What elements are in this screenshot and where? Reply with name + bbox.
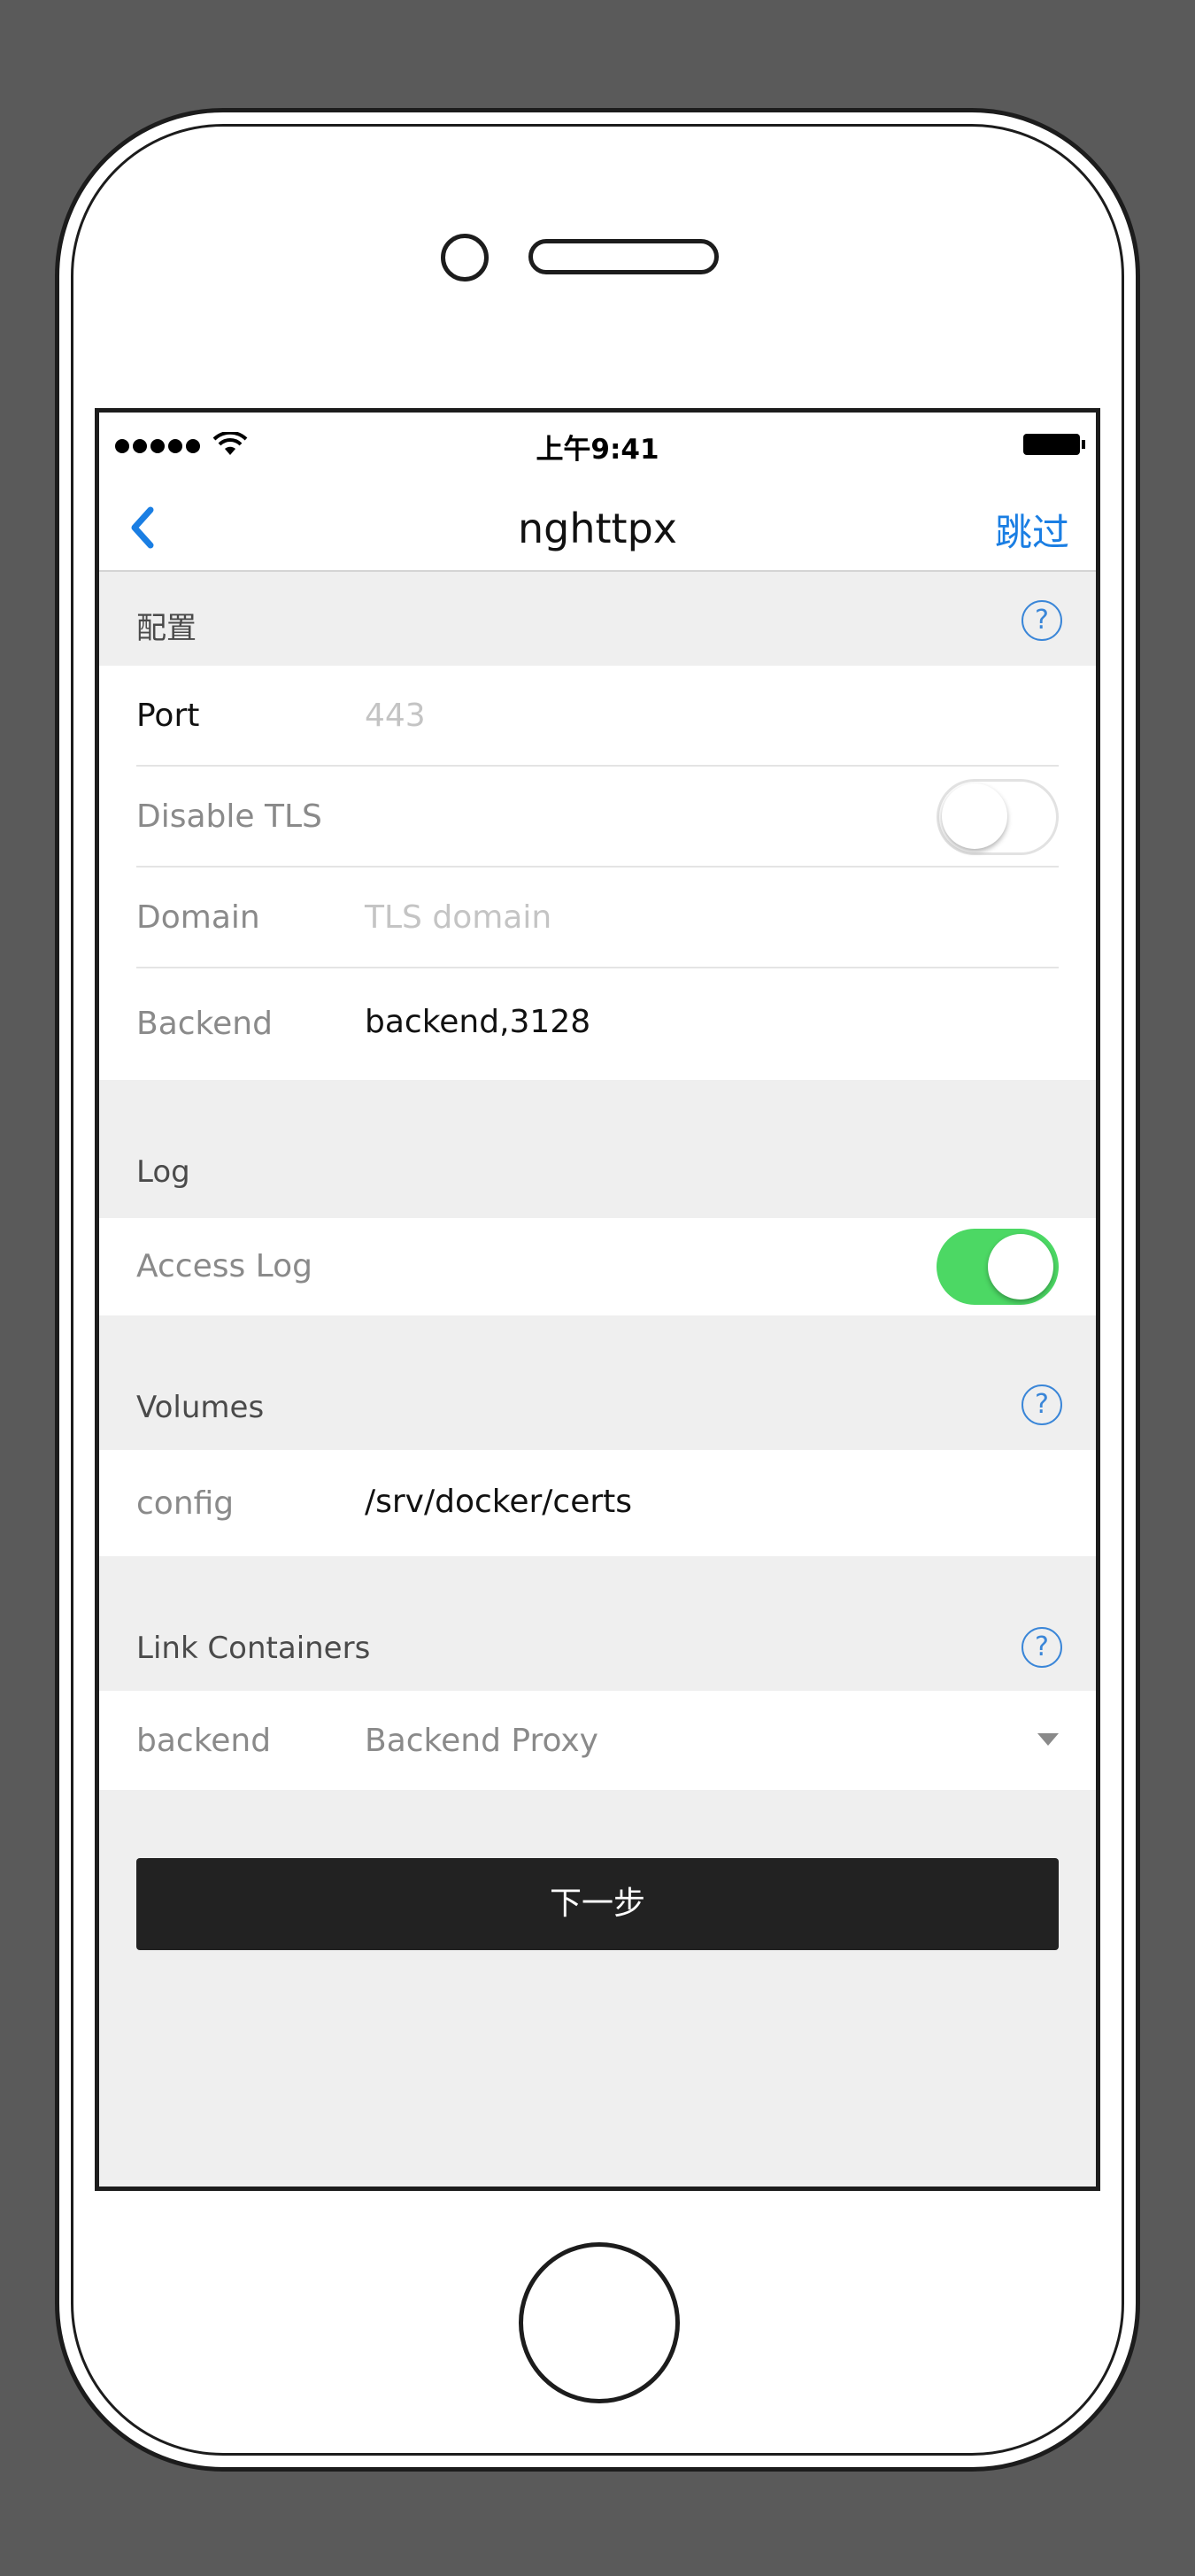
access-log-label: Access Log (136, 1248, 312, 1284)
section-title-link-containers: Link Containers (136, 1631, 371, 1666)
battery-icon (1023, 434, 1085, 455)
disable-tls-label: Disable TLS (136, 798, 322, 835)
disable-tls-row: Disable TLS (99, 767, 1096, 868)
section-title-log: Log (136, 1154, 190, 1190)
access-log-toggle[interactable] (937, 1229, 1059, 1305)
port-label: Port (136, 698, 200, 734)
link-backend-label: backend (136, 1723, 272, 1759)
phone-speaker (528, 239, 719, 274)
link-backend-row[interactable]: backend Backend Proxy (99, 1691, 1096, 1790)
log-group: Access Log (99, 1218, 1096, 1315)
link-backend-select[interactable]: Backend Proxy (365, 1723, 598, 1759)
volume-config-row[interactable]: config /srv/docker/certs (99, 1450, 1096, 1556)
next-step-button[interactable]: 下一步 (136, 1858, 1059, 1950)
domain-input[interactable]: TLS domain (365, 899, 551, 936)
volume-config-input[interactable]: /srv/docker/certs (365, 1484, 632, 1520)
status-bar: 上午9:41 (99, 413, 1096, 483)
domain-row[interactable]: Domain TLS domain (99, 868, 1096, 968)
link-containers-group: backend Backend Proxy (99, 1691, 1096, 1790)
volumes-group: config /srv/docker/certs (99, 1450, 1096, 1556)
section-title-config: 配置 (136, 611, 197, 646)
question-circle-icon[interactable]: ? (1022, 1384, 1062, 1425)
question-circle-icon[interactable]: ? (1022, 600, 1062, 641)
port-input[interactable]: 443 (365, 698, 426, 734)
port-row[interactable]: Port 443 (99, 666, 1096, 767)
phone-camera (441, 234, 489, 282)
backend-row[interactable]: Backend backend,3128 (99, 968, 1096, 1080)
status-time: 上午9:41 (536, 434, 659, 466)
navigation-bar: nghttpx 跳过 (99, 483, 1096, 572)
section-header-volumes: Volumes ? (99, 1315, 1096, 1450)
volume-config-label: config (136, 1485, 235, 1522)
section-title-volumes: Volumes (136, 1390, 265, 1425)
section-header-log: Log (99, 1080, 1096, 1218)
domain-label: Domain (136, 899, 260, 936)
access-log-row: Access Log (99, 1218, 1096, 1315)
config-group: Port 443 Disable TLS Domain TLS domain B… (99, 666, 1096, 1080)
backend-label: Backend (136, 1006, 273, 1042)
dropdown-arrow-icon[interactable] (1037, 1733, 1059, 1746)
home-button[interactable] (519, 2242, 680, 2403)
page-title: nghttpx (517, 505, 677, 552)
section-header-link-containers: Link Containers ? (99, 1556, 1096, 1691)
question-circle-icon[interactable]: ? (1022, 1627, 1062, 1668)
phone-screen: 上午9:41 nghttpx 跳过 配置 ? Port 443 Disable … (95, 408, 1100, 2191)
backend-input[interactable]: backend,3128 (365, 1004, 590, 1040)
disable-tls-toggle[interactable] (937, 779, 1059, 855)
skip-button[interactable]: 跳过 (995, 503, 1069, 557)
section-header-config: 配置 ? (99, 574, 1096, 666)
